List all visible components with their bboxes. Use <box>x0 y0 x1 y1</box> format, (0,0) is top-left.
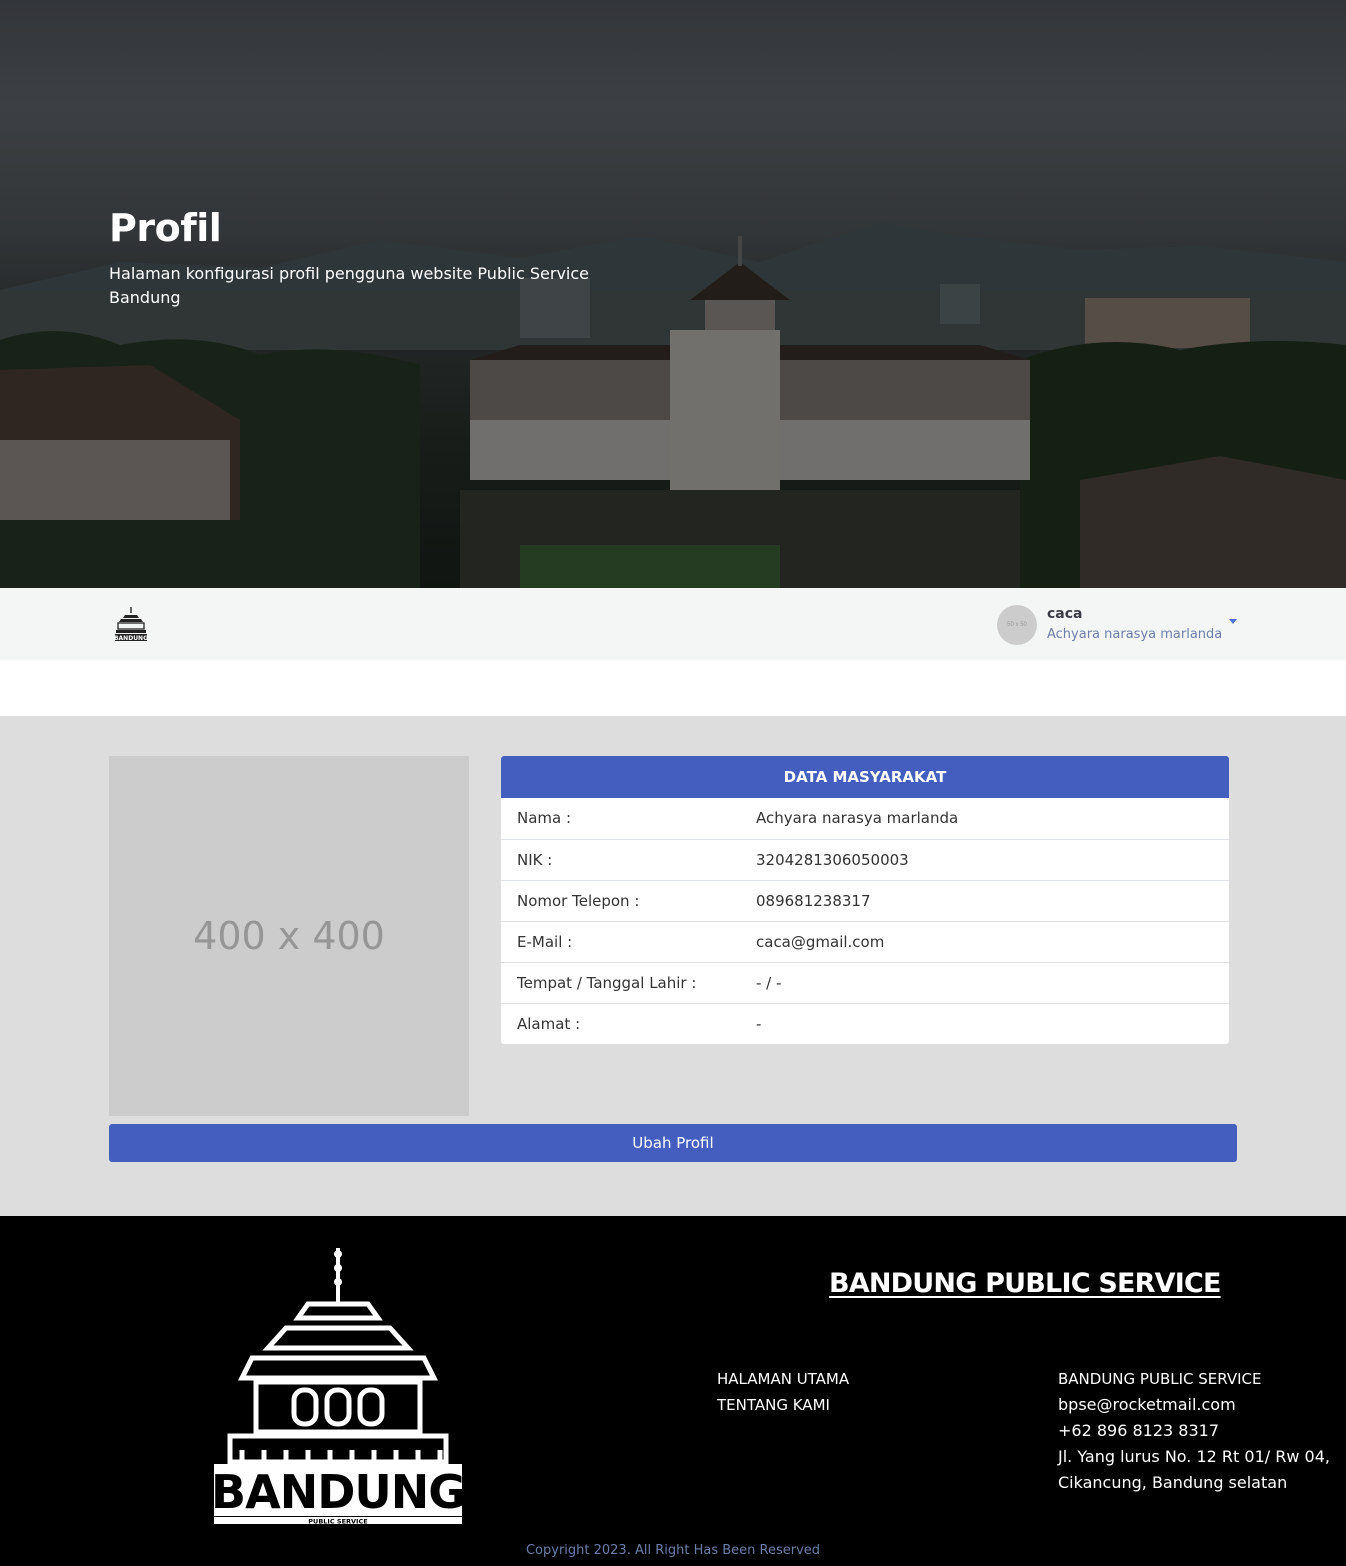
table-row: Tempat / Tanggal Lahir : - / - <box>501 961 1229 1003</box>
user-username: caca <box>1047 606 1083 622</box>
field-value: caca@gmail.com <box>756 920 1229 962</box>
chevron-down-icon[interactable] <box>1229 619 1237 624</box>
footer-links: HALAMAN UTAMA TENTANG KAMI <box>717 1366 849 1418</box>
field-label: NIK : <box>501 838 756 880</box>
hero-banner: Profil Halaman konfigurasi profil penggu… <box>0 0 1346 588</box>
field-label: E-Mail : <box>501 920 756 962</box>
footer-brand-title: BANDUNG PUBLIC SERVICE <box>829 1268 1221 1299</box>
contact-email: bpse@rocketmail.com <box>1058 1395 1236 1414</box>
card-title: DATA MASYARAKAT <box>501 756 1229 798</box>
field-value: 089681238317 <box>756 879 1229 921</box>
user-full-name: Achyara narasya marlanda <box>1047 627 1223 642</box>
field-label: Tempat / Tanggal Lahir : <box>501 961 756 1003</box>
contact-address-line1: Jl. Yang lurus No. 12 Rt 01/ Rw 04, <box>1058 1447 1330 1466</box>
footer-link-about[interactable]: TENTANG KAMI <box>717 1392 849 1418</box>
field-value: Achyara narasya marlanda <box>756 809 959 828</box>
logo-subtext: PUBLIC SERVICE <box>308 1518 367 1526</box>
field-label: Nama : <box>517 809 572 828</box>
contact-phone: +62 896 8123 8317 <box>1058 1421 1219 1440</box>
field-value: 3204281306050003 <box>756 838 1229 880</box>
contact-address-line2: Cikancung, Bandung selatan <box>1058 1473 1288 1492</box>
svg-text:BANDUNG: BANDUNG <box>114 635 148 642</box>
page-subtitle: Halaman konfigurasi profil pengguna webs… <box>109 264 589 307</box>
bandung-public-service-logo: BANDUNG PUBLIC SERVICE <box>212 1248 464 1526</box>
bandung-logo-icon[interactable]: BANDUNG <box>112 606 150 644</box>
field-label: Nomor Telepon : <box>501 879 756 921</box>
field-label: Alamat : <box>501 1002 756 1044</box>
avatar: 50 x 50 <box>997 605 1037 645</box>
field-value: - <box>756 1002 1229 1044</box>
contact-name: BANDUNG PUBLIC SERVICE <box>1058 1370 1262 1388</box>
page-title: Profil <box>109 206 222 250</box>
footer: BANDUNG PUBLIC SERVICE BANDUNG PUBLIC SE… <box>0 1216 1346 1566</box>
profile-photo-placeholder: 400 x 400 <box>109 756 469 1116</box>
table-row: Nama : Achyara narasya marlanda <box>501 798 1229 839</box>
table-row: NIK : 3204281306050003 <box>501 838 1229 880</box>
profile-data-table: Nama : Achyara narasya marlanda NIK : 32… <box>501 798 1229 1044</box>
logo-text: BANDUNG <box>212 1465 464 1519</box>
footer-contact: BANDUNG PUBLIC SERVICE bpse@rocketmail.c… <box>1058 1366 1338 1496</box>
table-row: Alamat : - <box>501 1002 1229 1044</box>
profile-data-card: DATA MASYARAKAT Nama : Achyara narasya m… <box>501 756 1229 1044</box>
table-row: Nomor Telepon : 089681238317 <box>501 879 1229 921</box>
profile-section: 400 x 400 DATA MASYARAKAT Nama : Achyara… <box>0 716 1346 1216</box>
top-navbar: BANDUNG 50 x 50 caca Achyara narasya mar… <box>0 588 1346 660</box>
field-value: - / - <box>756 961 1229 1003</box>
edit-profile-button[interactable]: Ubah Profil <box>109 1124 1237 1162</box>
copyright-text: Copyright 2023. All Right Has Been Reser… <box>525 1543 821 1558</box>
footer-link-home[interactable]: HALAMAN UTAMA <box>717 1366 849 1392</box>
table-row: E-Mail : caca@gmail.com <box>501 920 1229 962</box>
